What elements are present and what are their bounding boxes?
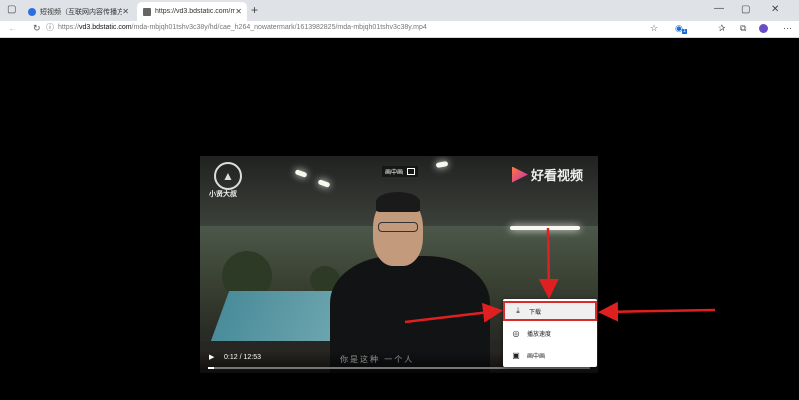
- arrow-right: [404, 302, 503, 324]
- arrow-down: [538, 227, 559, 299]
- annotation-arrows: [404, 227, 716, 324]
- arrow-left: [598, 301, 716, 322]
